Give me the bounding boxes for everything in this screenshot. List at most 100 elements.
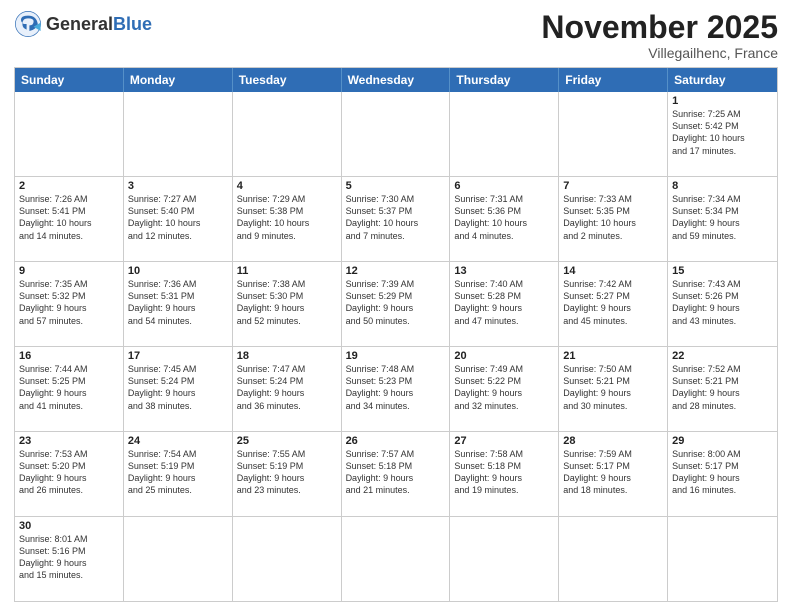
cell-info: Sunrise: 7:27 AM Sunset: 5:40 PM Dayligh… [128,193,228,242]
cell-info: Sunrise: 7:45 AM Sunset: 5:24 PM Dayligh… [128,363,228,412]
calendar-cell: 1Sunrise: 7:25 AM Sunset: 5:42 PM Daylig… [668,92,777,176]
calendar-cell: 26Sunrise: 7:57 AM Sunset: 5:18 PM Dayli… [342,432,451,516]
calendar-cell: 28Sunrise: 7:59 AM Sunset: 5:17 PM Dayli… [559,432,668,516]
calendar-cell: 30Sunrise: 8:01 AM Sunset: 5:16 PM Dayli… [15,517,124,601]
calendar-cell: 14Sunrise: 7:42 AM Sunset: 5:27 PM Dayli… [559,262,668,346]
day-number: 5 [346,180,446,192]
calendar-header-row: SundayMondayTuesdayWednesdayThursdayFrid… [15,68,777,92]
day-number: 9 [19,265,119,277]
calendar-cell: 6Sunrise: 7:31 AM Sunset: 5:36 PM Daylig… [450,177,559,261]
calendar-cell [124,92,233,176]
calendar-cell [668,517,777,601]
calendar-week-row: 16Sunrise: 7:44 AM Sunset: 5:25 PM Dayli… [15,346,777,431]
calendar-week-row: 2Sunrise: 7:26 AM Sunset: 5:41 PM Daylig… [15,176,777,261]
calendar-header-cell: Sunday [15,68,124,92]
calendar-cell: 4Sunrise: 7:29 AM Sunset: 5:38 PM Daylig… [233,177,342,261]
calendar-cell: 22Sunrise: 7:52 AM Sunset: 5:21 PM Dayli… [668,347,777,431]
day-number: 26 [346,435,446,447]
cell-info: Sunrise: 7:44 AM Sunset: 5:25 PM Dayligh… [19,363,119,412]
day-number: 19 [346,350,446,362]
day-number: 20 [454,350,554,362]
calendar-cell: 10Sunrise: 7:36 AM Sunset: 5:31 PM Dayli… [124,262,233,346]
day-number: 28 [563,435,663,447]
cell-info: Sunrise: 7:26 AM Sunset: 5:41 PM Dayligh… [19,193,119,242]
day-number: 2 [19,180,119,192]
day-number: 21 [563,350,663,362]
location-title: Villegailhenc, France [541,45,778,61]
cell-info: Sunrise: 7:58 AM Sunset: 5:18 PM Dayligh… [454,448,554,497]
calendar-week-row: 23Sunrise: 7:53 AM Sunset: 5:20 PM Dayli… [15,431,777,516]
cell-info: Sunrise: 7:57 AM Sunset: 5:18 PM Dayligh… [346,448,446,497]
calendar-cell [450,92,559,176]
day-number: 23 [19,435,119,447]
day-number: 24 [128,435,228,447]
calendar-cell: 24Sunrise: 7:54 AM Sunset: 5:19 PM Dayli… [124,432,233,516]
calendar-cell [233,517,342,601]
calendar-cell: 23Sunrise: 7:53 AM Sunset: 5:20 PM Dayli… [15,432,124,516]
calendar-week-row: 9Sunrise: 7:35 AM Sunset: 5:32 PM Daylig… [15,261,777,346]
calendar-cell: 12Sunrise: 7:39 AM Sunset: 5:29 PM Dayli… [342,262,451,346]
calendar-cell: 2Sunrise: 7:26 AM Sunset: 5:41 PM Daylig… [15,177,124,261]
calendar-cell [342,517,451,601]
calendar-cell: 17Sunrise: 7:45 AM Sunset: 5:24 PM Dayli… [124,347,233,431]
calendar-cell [233,92,342,176]
cell-info: Sunrise: 7:54 AM Sunset: 5:19 PM Dayligh… [128,448,228,497]
calendar: SundayMondayTuesdayWednesdayThursdayFrid… [14,67,778,602]
cell-info: Sunrise: 7:34 AM Sunset: 5:34 PM Dayligh… [672,193,773,242]
month-title: November 2025 [541,10,778,45]
header: GeneralBlue November 2025 Villegailhenc,… [14,10,778,61]
cell-info: Sunrise: 7:40 AM Sunset: 5:28 PM Dayligh… [454,278,554,327]
calendar-header-cell: Friday [559,68,668,92]
day-number: 14 [563,265,663,277]
calendar-cell: 5Sunrise: 7:30 AM Sunset: 5:37 PM Daylig… [342,177,451,261]
calendar-body: 1Sunrise: 7:25 AM Sunset: 5:42 PM Daylig… [15,92,777,601]
calendar-cell [15,92,124,176]
calendar-week-row: 1Sunrise: 7:25 AM Sunset: 5:42 PM Daylig… [15,92,777,176]
calendar-header-cell: Thursday [450,68,559,92]
cell-info: Sunrise: 7:31 AM Sunset: 5:36 PM Dayligh… [454,193,554,242]
cell-info: Sunrise: 8:00 AM Sunset: 5:17 PM Dayligh… [672,448,773,497]
page: GeneralBlue November 2025 Villegailhenc,… [0,0,792,612]
cell-info: Sunrise: 7:29 AM Sunset: 5:38 PM Dayligh… [237,193,337,242]
calendar-cell: 3Sunrise: 7:27 AM Sunset: 5:40 PM Daylig… [124,177,233,261]
day-number: 11 [237,265,337,277]
calendar-header-cell: Wednesday [342,68,451,92]
cell-info: Sunrise: 7:30 AM Sunset: 5:37 PM Dayligh… [346,193,446,242]
day-number: 22 [672,350,773,362]
calendar-cell: 11Sunrise: 7:38 AM Sunset: 5:30 PM Dayli… [233,262,342,346]
calendar-header-cell: Monday [124,68,233,92]
calendar-cell: 7Sunrise: 7:33 AM Sunset: 5:35 PM Daylig… [559,177,668,261]
cell-info: Sunrise: 7:25 AM Sunset: 5:42 PM Dayligh… [672,108,773,157]
day-number: 3 [128,180,228,192]
day-number: 12 [346,265,446,277]
day-number: 16 [19,350,119,362]
calendar-header-cell: Tuesday [233,68,342,92]
day-number: 6 [454,180,554,192]
calendar-cell: 16Sunrise: 7:44 AM Sunset: 5:25 PM Dayli… [15,347,124,431]
calendar-cell: 15Sunrise: 7:43 AM Sunset: 5:26 PM Dayli… [668,262,777,346]
logo-icon [14,10,42,38]
day-number: 8 [672,180,773,192]
calendar-header-cell: Saturday [668,68,777,92]
day-number: 29 [672,435,773,447]
cell-info: Sunrise: 7:48 AM Sunset: 5:23 PM Dayligh… [346,363,446,412]
cell-info: Sunrise: 7:52 AM Sunset: 5:21 PM Dayligh… [672,363,773,412]
cell-info: Sunrise: 7:36 AM Sunset: 5:31 PM Dayligh… [128,278,228,327]
day-number: 10 [128,265,228,277]
cell-info: Sunrise: 7:59 AM Sunset: 5:17 PM Dayligh… [563,448,663,497]
cell-info: Sunrise: 7:39 AM Sunset: 5:29 PM Dayligh… [346,278,446,327]
day-number: 30 [19,520,119,532]
day-number: 1 [672,95,773,107]
cell-info: Sunrise: 8:01 AM Sunset: 5:16 PM Dayligh… [19,533,119,582]
calendar-cell: 13Sunrise: 7:40 AM Sunset: 5:28 PM Dayli… [450,262,559,346]
calendar-cell [124,517,233,601]
calendar-cell: 19Sunrise: 7:48 AM Sunset: 5:23 PM Dayli… [342,347,451,431]
cell-info: Sunrise: 7:49 AM Sunset: 5:22 PM Dayligh… [454,363,554,412]
calendar-cell: 21Sunrise: 7:50 AM Sunset: 5:21 PM Dayli… [559,347,668,431]
cell-info: Sunrise: 7:55 AM Sunset: 5:19 PM Dayligh… [237,448,337,497]
cell-info: Sunrise: 7:42 AM Sunset: 5:27 PM Dayligh… [563,278,663,327]
calendar-cell: 9Sunrise: 7:35 AM Sunset: 5:32 PM Daylig… [15,262,124,346]
cell-info: Sunrise: 7:35 AM Sunset: 5:32 PM Dayligh… [19,278,119,327]
cell-info: Sunrise: 7:43 AM Sunset: 5:26 PM Dayligh… [672,278,773,327]
logo-text: GeneralBlue [46,15,152,33]
